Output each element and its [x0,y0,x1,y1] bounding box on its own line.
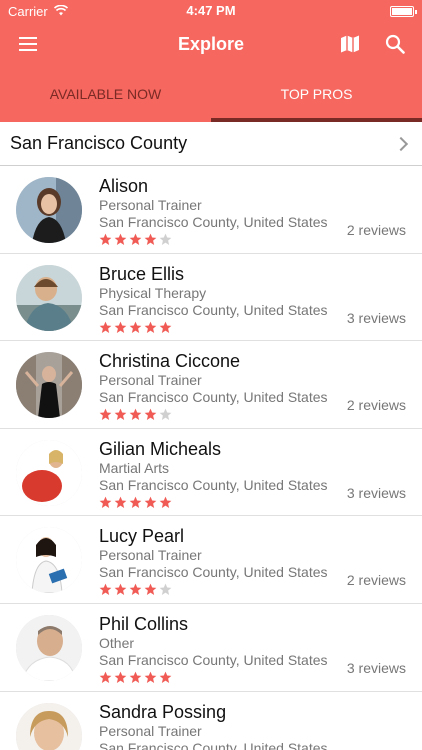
star-filled-icon [114,671,127,683]
review-count: 2 reviews [346,222,406,238]
star-filled-icon [129,671,142,683]
list-item[interactable]: Bruce Ellis Physical Therapy San Francis… [0,254,422,342]
pro-category: Personal Trainer [99,547,202,564]
star-filled-icon [129,321,142,333]
star-filled-icon [129,233,142,246]
review-count: 3 reviews [346,659,406,676]
star-filled-icon [144,321,157,333]
avatar [16,702,82,750]
star-filled-icon [129,408,142,421]
avatar [16,439,82,506]
review-count: 2 reviews [346,572,406,589]
star-filled-icon [144,408,157,421]
star-filled-icon [114,408,127,421]
pro-category: Physical Therapy [99,284,207,301]
review-count: 3 reviews [346,484,406,501]
star-filled-icon [144,233,157,246]
star-filled-icon [144,496,157,508]
pro-name: Phil Collins [99,613,189,634]
star-filled-icon [129,496,142,508]
star-filled-icon [114,584,127,596]
pro-category: Personal Trainer [99,722,202,739]
review-count: 2 reviews [346,397,406,414]
review-count: 3 reviews [346,309,406,326]
pro-name: Alison [99,176,149,196]
star-empty-icon [159,233,172,246]
chevron-right-icon [393,136,409,151]
star-empty-icon [159,584,172,596]
avatar [16,352,82,419]
nav-bar: Explore [0,22,422,66]
wifi-icon [53,4,68,19]
star-filled-icon [99,584,112,596]
list-item[interactable]: Christina Ciccone Personal Trainer San F… [0,341,422,429]
star-filled-icon [114,233,127,246]
carrier-label: Carrier [8,3,48,19]
list-item[interactable]: Phil Collins Other San Francisco County,… [0,604,422,692]
pro-category: Other [99,634,135,651]
star-empty-icon [159,408,172,421]
pro-location: San Francisco County, United States [99,739,328,750]
star-filled-icon [144,671,157,683]
avatar [16,614,82,681]
tab-available-now[interactable]: AVAILABLE NOW [0,66,211,122]
star-filled-icon [159,321,172,333]
star-filled-icon [99,321,112,333]
location-label: San Francisco County [10,133,188,153]
pro-name: Bruce Ellis [99,263,185,284]
star-filled-icon [99,233,112,246]
status-bar: Carrier 4:47 PM [0,0,422,22]
avatar [16,264,82,331]
pro-name: Sandra Possing [99,701,227,722]
app-header: Carrier 4:47 PM Explore AVAILABLE NOW TO… [0,0,422,122]
star-filled-icon [159,671,172,683]
pro-name: Christina Ciccone [99,351,241,372]
list-item[interactable]: Sandra Possing Personal Trainer San Fran… [0,692,422,750]
search-icon[interactable] [381,30,409,58]
list-item[interactable]: Lucy Pearl Personal Trainer San Francisc… [0,516,422,604]
pro-category: Personal Trainer [99,197,202,213]
avatar [16,177,82,243]
clock: 4:47 PM [186,3,236,18]
star-filled-icon [99,408,112,421]
list-item[interactable]: Alison Personal Trainer San Francisco Co… [0,166,422,254]
tab-top-pros[interactable]: TOP PROS [211,66,422,122]
star-filled-icon [159,496,172,508]
pro-list: Alison Personal Trainer San Francisco Co… [0,166,422,750]
pro-category: Martial Arts [99,459,170,476]
star-filled-icon [129,584,142,596]
pro-name: Lucy Pearl [99,526,185,547]
star-filled-icon [99,671,112,683]
list-item[interactable]: Gilian Micheals Martial Arts San Francis… [0,429,422,517]
battery-icon [390,5,417,17]
avatar [16,527,82,594]
star-filled-icon [99,496,112,508]
star-filled-icon [114,321,127,333]
tab-bar: AVAILABLE NOW TOP PROS [0,66,422,122]
location-selector[interactable]: San Francisco County [0,122,422,166]
pro-category: Personal Trainer [99,372,202,389]
star-filled-icon [114,496,127,508]
star-filled-icon [144,584,157,596]
pro-name: Gilian Micheals [99,438,222,459]
map-icon[interactable] [336,30,364,58]
